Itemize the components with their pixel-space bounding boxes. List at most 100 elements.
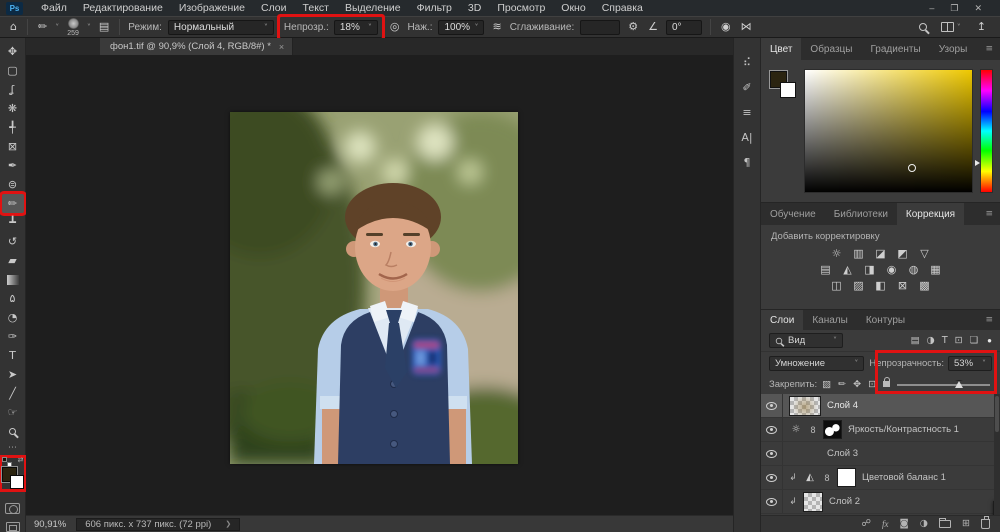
visibility-cell[interactable]	[761, 442, 783, 465]
tool-button[interactable]: ʆ	[2, 80, 24, 99]
tool-button[interactable]: ✑	[2, 327, 24, 346]
background-color-swatch[interactable]	[780, 82, 796, 98]
filter-icon[interactable]: ◑	[927, 335, 935, 346]
brush-preset-icon[interactable]: ✏	[36, 17, 49, 37]
gear-icon[interactable]: ⚙	[626, 17, 640, 37]
blend-mode-select[interactable]: Нормальный ˅	[168, 20, 274, 35]
layer-opacity-select[interactable]: 53% ˅	[948, 356, 992, 371]
adjustment-icon[interactable]: ▤	[818, 262, 834, 276]
adjustment-icon[interactable]: ◍	[906, 262, 922, 276]
lock-icon[interactable]: ⊡	[868, 379, 876, 390]
tool-button[interactable]: ▰	[2, 251, 24, 270]
tool-button[interactable]	[2, 422, 24, 441]
smoothing-input[interactable]	[580, 20, 620, 35]
layer-mask-thumbnail[interactable]	[823, 420, 842, 439]
share-icon[interactable]: ↥	[975, 17, 988, 37]
adjustment-icon[interactable]: ▥	[851, 246, 867, 260]
tool-button[interactable]: T	[2, 346, 24, 365]
home-icon[interactable]: ⌂	[8, 17, 19, 37]
hue-cursor-icon[interactable]	[975, 160, 980, 166]
tool-button[interactable]: ۵	[2, 289, 24, 308]
default-colors-icon[interactable]	[2, 457, 10, 465]
quick-mask-icon[interactable]	[5, 503, 20, 514]
brush-panel-toggle-icon[interactable]: ▤	[97, 17, 111, 37]
panel-menu-icon[interactable]: ≡	[985, 38, 1000, 60]
menu-item[interactable]: Текст	[295, 0, 337, 16]
tool-button[interactable]: ▢	[2, 61, 24, 80]
tool-button[interactable]: ⊜	[2, 175, 24, 194]
menu-item[interactable]: 3D	[460, 0, 489, 16]
layer-row[interactable]: ☼ 8 Яркость/Контрастность 1	[761, 418, 1000, 442]
screen-mode-icon[interactable]	[6, 522, 20, 532]
tool-button[interactable]: ☞	[2, 403, 24, 422]
filter-type-select[interactable]: Вид ˅	[769, 333, 843, 348]
adjustment-icon[interactable]: ▦	[928, 262, 944, 276]
lock-icon[interactable]: ✥	[853, 379, 861, 390]
adjustment-icon[interactable]: ◭	[840, 262, 856, 276]
menu-item[interactable]: Фильтр	[409, 0, 460, 16]
filter-icon[interactable]: T	[942, 335, 948, 346]
document-tab[interactable]: фон1.tif @ 90,9% (Слой 4, RGB/8#) * ×	[100, 38, 293, 55]
tab-color[interactable]: Цвет	[761, 38, 801, 60]
tab-learn[interactable]: Обучение	[761, 203, 825, 225]
new-adjustment-layer-icon[interactable]: ◑	[920, 519, 928, 529]
visibility-cell[interactable]	[761, 490, 783, 513]
zoom-level[interactable]: 90,91%	[34, 519, 66, 530]
filter-icon[interactable]: ▤	[911, 335, 920, 346]
layer-row[interactable]: Слой 4	[761, 394, 1000, 418]
adjustment-icon[interactable]: ☼	[829, 246, 845, 260]
menu-item[interactable]: Окно	[553, 0, 593, 16]
filter-icon[interactable]: ❏	[970, 335, 979, 346]
new-layer-icon[interactable]: ⊞	[962, 519, 970, 529]
visibility-cell[interactable]	[761, 418, 783, 441]
adjustment-icon[interactable]: ▽	[917, 246, 933, 260]
tab-layers[interactable]: Слои	[761, 310, 803, 330]
tool-button[interactable]: ⊠	[2, 137, 24, 156]
layer-style-icon[interactable]: fx	[882, 519, 889, 529]
lock-icon[interactable]: ▨	[822, 379, 831, 390]
lock-icon[interactable]: ✏	[838, 379, 846, 390]
layer-mask-thumbnail[interactable]	[837, 468, 856, 487]
adjustment-icon[interactable]: ◩	[895, 246, 911, 260]
layer-name[interactable]: Яркость/Контрастность 1	[848, 424, 959, 435]
search-icon[interactable]	[919, 23, 927, 31]
background-color-swatch[interactable]	[10, 475, 24, 489]
close-icon[interactable]: ✕	[974, 3, 982, 14]
adjustment-icon[interactable]: ◨	[862, 262, 878, 276]
filter-icon[interactable]: ⊡	[955, 335, 963, 346]
layer-name[interactable]: Слой 4	[827, 400, 858, 411]
slider-thumb[interactable]	[955, 380, 963, 388]
delete-layer-icon[interactable]	[981, 519, 990, 529]
chevron-down-icon[interactable]: ˅	[55, 23, 59, 32]
tool-button[interactable]: ➤	[2, 365, 24, 384]
close-tab-icon[interactable]: ×	[279, 42, 284, 52]
adjustment-icon[interactable]: ◉	[884, 262, 900, 276]
link-layers-icon[interactable]: ☍	[861, 519, 871, 529]
layer-row[interactable]: ↲ Слой 2	[761, 490, 1000, 514]
collapsed-panel-icon[interactable]: ⠮	[734, 50, 761, 75]
tab-adjustments[interactable]: Коррекция	[897, 203, 964, 225]
menu-item[interactable]: Просмотр	[489, 0, 553, 16]
layer-blend-mode-select[interactable]: Умножение ˅	[769, 356, 864, 371]
minimize-icon[interactable]: –	[929, 3, 934, 14]
pressure-opacity-icon[interactable]: ◎	[388, 17, 402, 37]
tool-button[interactable]: ↺	[2, 232, 24, 251]
symmetry-icon[interactable]: ⋈	[739, 17, 754, 37]
menu-item[interactable]: Изображение	[171, 0, 253, 16]
menu-item[interactable]: Выделение	[337, 0, 409, 16]
adjustment-icon[interactable]: ◧	[873, 278, 889, 292]
layer-thumbnail[interactable]	[803, 492, 823, 512]
tool-button[interactable]	[2, 270, 24, 289]
lock-all-icon[interactable]	[883, 381, 890, 387]
layer-thumbnail[interactable]	[789, 396, 821, 416]
tool-button[interactable]: ✥	[2, 42, 24, 61]
new-group-icon[interactable]	[939, 520, 951, 528]
adjustment-icon[interactable]: ⊠	[895, 278, 911, 292]
panel-menu-icon[interactable]: ≡	[985, 203, 1000, 225]
tool-button[interactable]: ╃	[2, 118, 24, 137]
layers-scrollbar[interactable]	[994, 394, 1000, 515]
menu-item[interactable]: Файл	[33, 0, 75, 16]
tool-button[interactable]: ❋	[2, 99, 24, 118]
tool-button[interactable]: ┻	[2, 213, 24, 232]
tab-patterns[interactable]: Узоры	[930, 38, 977, 60]
